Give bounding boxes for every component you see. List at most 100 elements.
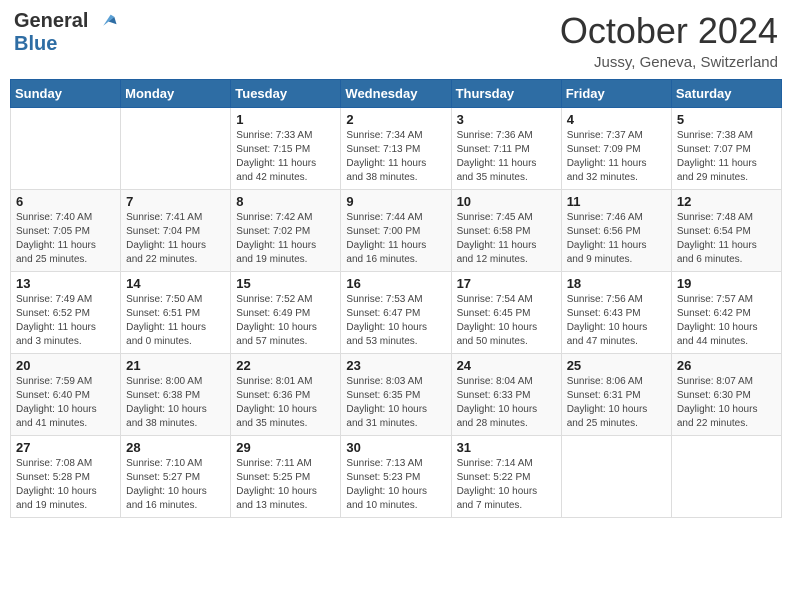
calendar-cell: 15Sunrise: 7:52 AM Sunset: 6:49 PM Dayli… xyxy=(231,272,341,354)
day-header-monday: Monday xyxy=(121,80,231,108)
month-title: October 2024 xyxy=(560,10,778,52)
logo-bird-icon xyxy=(96,11,118,33)
logo: General Blue xyxy=(14,10,118,55)
calendar-cell xyxy=(561,436,671,518)
calendar-cell xyxy=(11,108,121,190)
day-number: 19 xyxy=(677,276,776,291)
day-info: Sunrise: 8:00 AM Sunset: 6:38 PM Dayligh… xyxy=(126,375,225,431)
day-number: 1 xyxy=(236,112,335,127)
day-number: 17 xyxy=(457,276,556,291)
day-number: 6 xyxy=(16,194,115,209)
calendar-cell: 22 Sunrise: 8:01 AM Sunset: 6:36 PM Dayli… xyxy=(231,354,341,436)
calendar-cell: 14 Sunrise: 7:50 AM Sunset: 6:51 PM Dayli… xyxy=(121,272,231,354)
calendar-cell: 3 Sunrise: 7:36 AM Sunset: 7:11 PM Daylig… xyxy=(451,108,561,190)
day-number: 12 xyxy=(677,194,776,209)
day-info: Sunrise: 7:56 AM Sunset: 6:43 PM Dayligh… xyxy=(567,293,666,349)
day-info: Sunrise: 8:07 AM Sunset: 6:30 PM Dayligh… xyxy=(677,375,776,431)
day-header-friday: Friday xyxy=(561,80,671,108)
day-info: Sunrise: 7:48 AM Sunset: 6:54 PM Dayligh… xyxy=(677,211,776,267)
day-number: 21 xyxy=(126,358,225,373)
location: Jussy, Geneva, Switzerland xyxy=(560,54,778,71)
day-info: Sunrise: 7:11 AM Sunset: 5:25 PM Dayligh… xyxy=(236,457,335,513)
calendar-cell: 5 Sunrise: 7:38 AM Sunset: 7:07 PM Daylig… xyxy=(671,108,781,190)
day-header-saturday: Saturday xyxy=(671,80,781,108)
day-number: 11 xyxy=(567,194,666,209)
day-number: 15 xyxy=(236,276,335,291)
day-info: Sunrise: 7:38 AM Sunset: 7:07 PM Dayligh… xyxy=(677,129,776,185)
day-info: Sunrise: 7:33 AM Sunset: 7:15 PM Dayligh… xyxy=(236,129,335,185)
day-header-wednesday: Wednesday xyxy=(341,80,451,108)
day-info: Sunrise: 7:59 AM Sunset: 6:40 PM Dayligh… xyxy=(16,375,115,431)
calendar-week-row: 1 Sunrise: 7:33 AM Sunset: 7:15 PM Daylig… xyxy=(11,108,782,190)
page-header: General Blue October 2024 Jussy, Geneva,… xyxy=(10,10,782,71)
calendar-cell: 18 Sunrise: 7:56 AM Sunset: 6:43 PM Dayli… xyxy=(561,272,671,354)
calendar-cell: 19Sunrise: 7:57 AM Sunset: 6:42 PM Dayli… xyxy=(671,272,781,354)
calendar-table: SundayMondayTuesdayWednesdayThursdayFrid… xyxy=(10,79,782,518)
calendar-cell: 4Sunrise: 7:37 AM Sunset: 7:09 PM Daylig… xyxy=(561,108,671,190)
day-header-sunday: Sunday xyxy=(11,80,121,108)
calendar-cell: 25 Sunrise: 8:06 AM Sunset: 6:31 PM Dayli… xyxy=(561,354,671,436)
day-info: Sunrise: 8:01 AM Sunset: 6:36 PM Dayligh… xyxy=(236,375,335,431)
day-info: Sunrise: 7:41 AM Sunset: 7:04 PM Dayligh… xyxy=(126,211,225,267)
calendar-header-row: SundayMondayTuesdayWednesdayThursdayFrid… xyxy=(11,80,782,108)
calendar-cell xyxy=(671,436,781,518)
day-number: 9 xyxy=(346,194,445,209)
calendar-cell: 27Sunrise: 7:08 AM Sunset: 5:28 PM Dayli… xyxy=(11,436,121,518)
calendar-cell: 29Sunrise: 7:11 AM Sunset: 5:25 PM Dayli… xyxy=(231,436,341,518)
day-number: 28 xyxy=(126,440,225,455)
day-info: Sunrise: 7:49 AM Sunset: 6:52 PM Dayligh… xyxy=(16,293,115,349)
calendar-week-row: 13 Sunrise: 7:49 AM Sunset: 6:52 PM Dayli… xyxy=(11,272,782,354)
calendar-cell: 10 Sunrise: 7:45 AM Sunset: 6:58 PM Dayli… xyxy=(451,190,561,272)
calendar-cell: 31 Sunrise: 7:14 AM Sunset: 5:22 PM Dayli… xyxy=(451,436,561,518)
calendar-cell: 21 Sunrise: 8:00 AM Sunset: 6:38 PM Dayli… xyxy=(121,354,231,436)
calendar-cell: 7 Sunrise: 7:41 AM Sunset: 7:04 PM Daylig… xyxy=(121,190,231,272)
calendar-week-row: 20 Sunrise: 7:59 AM Sunset: 6:40 PM Dayli… xyxy=(11,354,782,436)
day-info: Sunrise: 7:46 AM Sunset: 6:56 PM Dayligh… xyxy=(567,211,666,267)
calendar-cell: 12 Sunrise: 7:48 AM Sunset: 6:54 PM Dayli… xyxy=(671,190,781,272)
day-info: Sunrise: 7:40 AM Sunset: 7:05 PM Dayligh… xyxy=(16,211,115,267)
calendar-cell: 30Sunrise: 7:13 AM Sunset: 5:23 PM Dayli… xyxy=(341,436,451,518)
day-info: Sunrise: 8:03 AM Sunset: 6:35 PM Dayligh… xyxy=(346,375,445,431)
day-info: Sunrise: 8:04 AM Sunset: 6:33 PM Dayligh… xyxy=(457,375,556,431)
day-info: Sunrise: 8:06 AM Sunset: 6:31 PM Dayligh… xyxy=(567,375,666,431)
day-number: 14 xyxy=(126,276,225,291)
calendar-cell: 23Sunrise: 8:03 AM Sunset: 6:35 PM Dayli… xyxy=(341,354,451,436)
calendar-cell: 1 Sunrise: 7:33 AM Sunset: 7:15 PM Daylig… xyxy=(231,108,341,190)
day-number: 18 xyxy=(567,276,666,291)
day-info: Sunrise: 7:44 AM Sunset: 7:00 PM Dayligh… xyxy=(346,211,445,267)
day-info: Sunrise: 7:13 AM Sunset: 5:23 PM Dayligh… xyxy=(346,457,445,513)
day-info: Sunrise: 7:10 AM Sunset: 5:27 PM Dayligh… xyxy=(126,457,225,513)
day-info: Sunrise: 7:14 AM Sunset: 5:22 PM Dayligh… xyxy=(457,457,556,513)
day-header-tuesday: Tuesday xyxy=(231,80,341,108)
calendar-cell: 9 Sunrise: 7:44 AM Sunset: 7:00 PM Daylig… xyxy=(341,190,451,272)
day-info: Sunrise: 7:36 AM Sunset: 7:11 PM Dayligh… xyxy=(457,129,556,185)
day-number: 31 xyxy=(457,440,556,455)
day-info: Sunrise: 7:54 AM Sunset: 6:45 PM Dayligh… xyxy=(457,293,556,349)
logo-general: General xyxy=(14,10,88,32)
day-info: Sunrise: 7:45 AM Sunset: 6:58 PM Dayligh… xyxy=(457,211,556,267)
calendar-cell: 13 Sunrise: 7:49 AM Sunset: 6:52 PM Dayli… xyxy=(11,272,121,354)
calendar-cell: 28 Sunrise: 7:10 AM Sunset: 5:27 PM Dayli… xyxy=(121,436,231,518)
day-number: 26 xyxy=(677,358,776,373)
day-number: 10 xyxy=(457,194,556,209)
day-number: 7 xyxy=(126,194,225,209)
calendar-cell: 17 Sunrise: 7:54 AM Sunset: 6:45 PM Dayli… xyxy=(451,272,561,354)
day-number: 22 xyxy=(236,358,335,373)
day-number: 3 xyxy=(457,112,556,127)
day-number: 4 xyxy=(567,112,666,127)
calendar-cell: 16Sunrise: 7:53 AM Sunset: 6:47 PM Dayli… xyxy=(341,272,451,354)
day-number: 27 xyxy=(16,440,115,455)
logo-blue: Blue xyxy=(14,33,118,55)
day-number: 25 xyxy=(567,358,666,373)
calendar-cell: 26 Sunrise: 8:07 AM Sunset: 6:30 PM Dayli… xyxy=(671,354,781,436)
calendar-cell: 8Sunrise: 7:42 AM Sunset: 7:02 PM Daylig… xyxy=(231,190,341,272)
day-number: 24 xyxy=(457,358,556,373)
day-info: Sunrise: 7:50 AM Sunset: 6:51 PM Dayligh… xyxy=(126,293,225,349)
calendar-cell xyxy=(121,108,231,190)
day-number: 8 xyxy=(236,194,335,209)
day-number: 13 xyxy=(16,276,115,291)
calendar-cell: 20 Sunrise: 7:59 AM Sunset: 6:40 PM Dayli… xyxy=(11,354,121,436)
title-block: October 2024 Jussy, Geneva, Switzerland xyxy=(560,10,778,71)
day-number: 5 xyxy=(677,112,776,127)
day-number: 20 xyxy=(16,358,115,373)
